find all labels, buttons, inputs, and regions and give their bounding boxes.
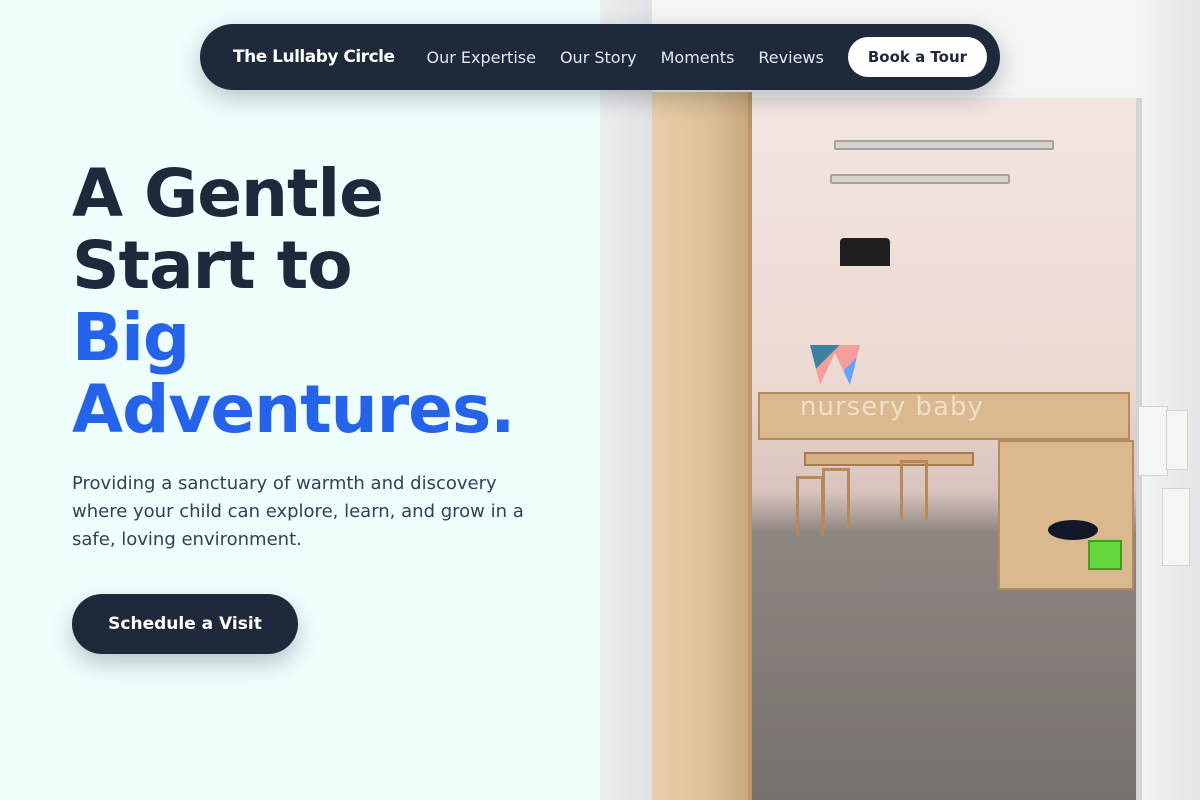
headline-line-1: A Gentle <box>72 155 384 232</box>
kids-chair <box>900 460 928 520</box>
headline-line-3: Big <box>72 299 190 376</box>
photo-open-door <box>652 92 752 800</box>
hero-lead-text: Providing a sanctuary of warmth and disc… <box>72 473 524 550</box>
photo-left-wall <box>600 0 652 800</box>
ceiling-lamp <box>830 174 1010 184</box>
nav-link-our-expertise[interactable]: Our Expertise <box>427 48 536 67</box>
green-storage-box <box>1088 540 1122 570</box>
book-tour-button[interactable]: Book a Tour <box>847 37 988 77</box>
ceiling-lamp <box>834 140 1054 150</box>
nav-link-our-story[interactable]: Our Story <box>560 48 637 67</box>
wall-decoration <box>840 238 890 266</box>
nav-link-moments[interactable]: Moments <box>661 48 735 67</box>
wall-poster <box>1162 488 1190 566</box>
nav-link-reviews[interactable]: Reviews <box>758 48 823 67</box>
nursery-room-photo: nursery baby <box>600 0 1200 800</box>
headline-line-2: Start to <box>72 227 353 304</box>
hero-headline: A Gentle Start to Big Adventures. <box>72 155 515 448</box>
headline-line-4: Adventures. <box>72 371 515 448</box>
photo-watermark: nursery baby <box>800 392 984 422</box>
wall-poster <box>1166 410 1188 470</box>
kids-chair <box>822 468 850 528</box>
nav-links: Our Expertise Our Story Moments Reviews <box>427 48 824 67</box>
wall-poster <box>1138 406 1168 476</box>
rolling-stool <box>1048 520 1098 540</box>
kids-chair <box>796 476 824 536</box>
hero-section: A Gentle Start to Big Adventures. Provid… <box>0 0 600 800</box>
kids-table <box>804 452 974 466</box>
top-navigation: The Lullaby Circle Our Expertise Our Sto… <box>200 24 1000 90</box>
schedule-visit-button[interactable]: Schedule a Visit <box>72 594 298 654</box>
brand-logo[interactable]: The Lullaby Circle <box>233 47 395 67</box>
photo-right-wall <box>1138 0 1200 800</box>
